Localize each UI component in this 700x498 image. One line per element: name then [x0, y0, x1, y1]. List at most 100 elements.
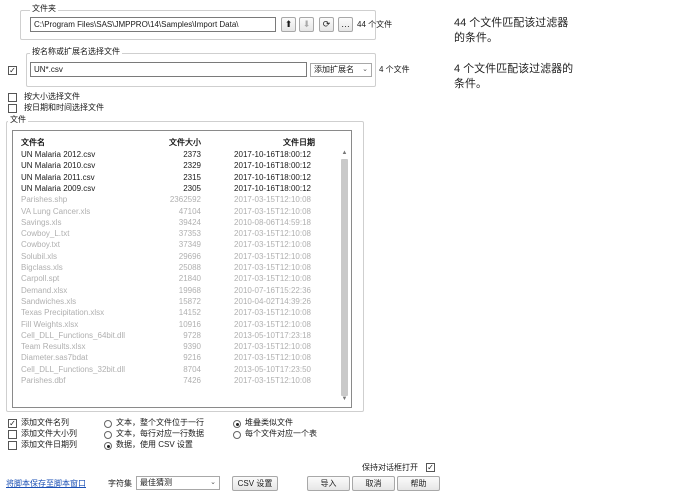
- filter-checkbox[interactable]: ✓: [8, 66, 17, 75]
- csv-settings-button[interactable]: CSV 设置: [232, 476, 278, 491]
- file-row[interactable]: UN Malaria 2012.csv 2373 2017-10-16T18:00:…: [13, 149, 323, 160]
- file-date-cell: 2017-03-15T12:10:08: [234, 263, 311, 272]
- charset-label: 字符集: [108, 479, 132, 488]
- charset-select[interactable]: 最佳猜测 ⌄: [136, 476, 220, 490]
- file-list[interactable]: 文件名 文件大小 文件日期 UN Malaria 2012.csv 2373 201…: [12, 130, 352, 408]
- folder-up-button[interactable]: ⬆: [281, 17, 296, 32]
- each-table-label: 每个文件对应一个表: [245, 429, 317, 438]
- chevron-down-icon: ⌄: [362, 66, 368, 73]
- file-row[interactable]: Sandwiches.xls 15872 2010-04-02T14:39:26: [13, 296, 323, 307]
- file-row[interactable]: UN Malaria 2011.csv 2315 2017-10-16T18:00:…: [13, 172, 323, 183]
- file-size-cell: 25088: [178, 263, 201, 272]
- file-name-cell: Parishes.shp: [21, 195, 68, 205]
- file-list-scrollbar[interactable]: ▲ ▼: [340, 149, 349, 403]
- file-date-cell: 2017-03-15T12:10:08: [234, 308, 311, 318]
- file-row[interactable]: Diameter.sas7bdat 9216 2017-03-15T12:10:08: [13, 352, 323, 363]
- file-size-cell: 37349: [178, 240, 201, 250]
- by-size-label: 按大小选择文件: [24, 92, 80, 101]
- file-size-cell: 19968: [178, 285, 201, 295]
- file-size-cell: 2305: [183, 183, 201, 193]
- file-row[interactable]: Fill Weights.xlsx 10916 2017-03-15T12:10:0…: [13, 319, 323, 330]
- file-size-cell: 9390: [183, 342, 201, 352]
- file-row[interactable]: Solubil.xls 29696 2017-03-15T12:10:08: [13, 251, 323, 262]
- scrollbar-thumb[interactable]: [341, 159, 348, 396]
- keep-open-checkbox[interactable]: ✓: [426, 463, 435, 472]
- file-row[interactable]: UN Malaria 2010.csv 2329 2017-10-16T18:00:…: [13, 160, 323, 171]
- folder-group-title: 文件夹: [30, 4, 58, 14]
- cancel-button[interactable]: 取消: [352, 476, 395, 491]
- file-row[interactable]: Parishes.shp 2362592 2017-03-15T12:10:08: [13, 194, 323, 205]
- import-button[interactable]: 导入: [307, 476, 350, 491]
- folder-path-field[interactable]: C:\Program Files\SAS\JMPPRO\14\Samples\I…: [30, 17, 276, 32]
- stack-radio[interactable]: [233, 420, 241, 428]
- file-size-cell: 7426: [183, 376, 201, 385]
- top-annotation: 44 个文件匹配该过滤器的条件。: [454, 17, 569, 44]
- scroll-up-icon[interactable]: ▲: [340, 149, 349, 157]
- charset-value: 最佳猜测: [140, 478, 172, 487]
- refresh-button[interactable]: ⟳: [319, 17, 334, 32]
- file-row[interactable]: Cowboy.txt 37349 2017-03-15T12:10:08: [13, 239, 323, 250]
- by-date-label: 按日期和时间选择文件: [24, 103, 104, 112]
- filter-file-count: 4 个文件: [379, 65, 410, 74]
- file-size-cell: 14152: [178, 308, 201, 318]
- data-csv-radio[interactable]: [104, 442, 112, 450]
- add-date-col-checkbox[interactable]: [8, 441, 17, 450]
- text-whole-radio[interactable]: [104, 420, 112, 428]
- column-header-date[interactable]: 文件日期: [283, 137, 315, 148]
- file-name-cell: Bigclass.xls: [21, 263, 63, 272]
- column-header-size[interactable]: 文件大小: [169, 137, 201, 148]
- browse-button[interactable]: …: [338, 17, 353, 32]
- save-script-link[interactable]: 将脚本保存至脚本窗口: [6, 479, 86, 489]
- file-name-cell: UN Malaria 2010.csv: [21, 161, 96, 171]
- add-name-col-checkbox[interactable]: ✓: [8, 419, 17, 428]
- file-row[interactable]: Cell_DLL_Functions_32bit.dll 8704 2013-05-…: [13, 364, 323, 375]
- help-button[interactable]: 帮助: [397, 476, 440, 491]
- file-size-cell: 21840: [178, 274, 201, 284]
- file-name-cell: Texas Precipitation.xlsx: [21, 308, 105, 318]
- filter-pattern-field[interactable]: UN*.csv: [30, 62, 307, 77]
- each-table-radio[interactable]: [233, 431, 241, 439]
- file-size-cell: 10916: [178, 319, 201, 329]
- file-size-cell: 2315: [183, 172, 201, 182]
- file-row[interactable]: Cowboy_L.txt 37353 2017-03-15T12:10:08: [13, 228, 323, 239]
- bottom-annotation: 4 个文件匹配该过滤器的条件。: [454, 63, 574, 90]
- file-row[interactable]: Bigclass.xls 25088 2017-03-15T12:10:08: [13, 262, 323, 273]
- file-name-cell: UN Malaria 2009.csv: [21, 183, 96, 193]
- file-date-cell: 2017-03-15T12:10:08: [234, 376, 311, 385]
- folder-file-count: 44 个文件: [357, 20, 393, 29]
- column-header-name[interactable]: 文件名: [21, 137, 45, 148]
- add-extension-select[interactable]: 添加扩展名 ⌄: [310, 63, 372, 77]
- file-date-cell: 2017-10-16T18:00:12: [234, 172, 311, 182]
- file-row[interactable]: Cell_DLL_Functions_64bit.dll 9728 2013-05-…: [13, 330, 323, 341]
- file-size-cell: 9728: [183, 330, 201, 340]
- arrow-down-icon: ⬇: [302, 19, 311, 29]
- file-row[interactable]: Savings.xls 39424 2010-08-06T14:59:18: [13, 217, 323, 228]
- file-size-cell: 9216: [183, 353, 201, 363]
- add-size-col-checkbox[interactable]: [8, 430, 17, 439]
- filter-group-title: 按名称或扩展名选择文件: [30, 47, 122, 57]
- file-row[interactable]: UN Malaria 2009.csv 2305 2017-10-16T18:00:…: [13, 183, 323, 194]
- file-size-cell: 47104: [178, 206, 201, 216]
- text-line-radio[interactable]: [104, 431, 112, 439]
- file-size-cell: 39424: [178, 217, 201, 227]
- file-row[interactable]: Team Results.xlsx 9390 2017-03-15T12:10:08: [13, 341, 323, 352]
- file-row[interactable]: Parishes.dbf 7426 2017-03-15T12:10:08: [13, 375, 323, 386]
- folder-down-button[interactable]: ⬇: [299, 17, 314, 32]
- file-date-cell: 2017-03-15T12:10:08: [234, 206, 311, 216]
- file-row[interactable]: VA Lung Cancer.xls 47104 2017-03-15T12:10:…: [13, 206, 323, 217]
- by-date-checkbox[interactable]: [8, 104, 17, 113]
- file-row[interactable]: Texas Precipitation.xlsx 14152 2017-03-15T…: [13, 307, 323, 318]
- file-name-cell: UN Malaria 2012.csv: [21, 150, 96, 159]
- file-name-cell: Cell_DLL_Functions_32bit.dll: [21, 364, 126, 374]
- file-row[interactable]: Carpoll.spt 21840 2017-03-15T12:10:08: [13, 273, 323, 284]
- stack-label: 堆叠类似文件: [245, 418, 293, 427]
- ellipsis-icon: …: [341, 19, 350, 29]
- add-date-col-label: 添加文件日期列: [21, 440, 77, 449]
- file-date-cell: 2017-10-16T18:00:12: [234, 150, 311, 159]
- file-row[interactable]: Demand.xlsx 19968 2010-07-16T15:22:36: [13, 285, 323, 296]
- scroll-down-icon[interactable]: ▼: [340, 395, 349, 403]
- add-extension-label: 添加扩展名: [314, 65, 354, 74]
- file-date-cell: 2017-03-15T12:10:08: [234, 353, 311, 363]
- text-line-label: 文本，每行对应一行数据: [116, 429, 204, 438]
- by-size-checkbox[interactable]: [8, 93, 17, 102]
